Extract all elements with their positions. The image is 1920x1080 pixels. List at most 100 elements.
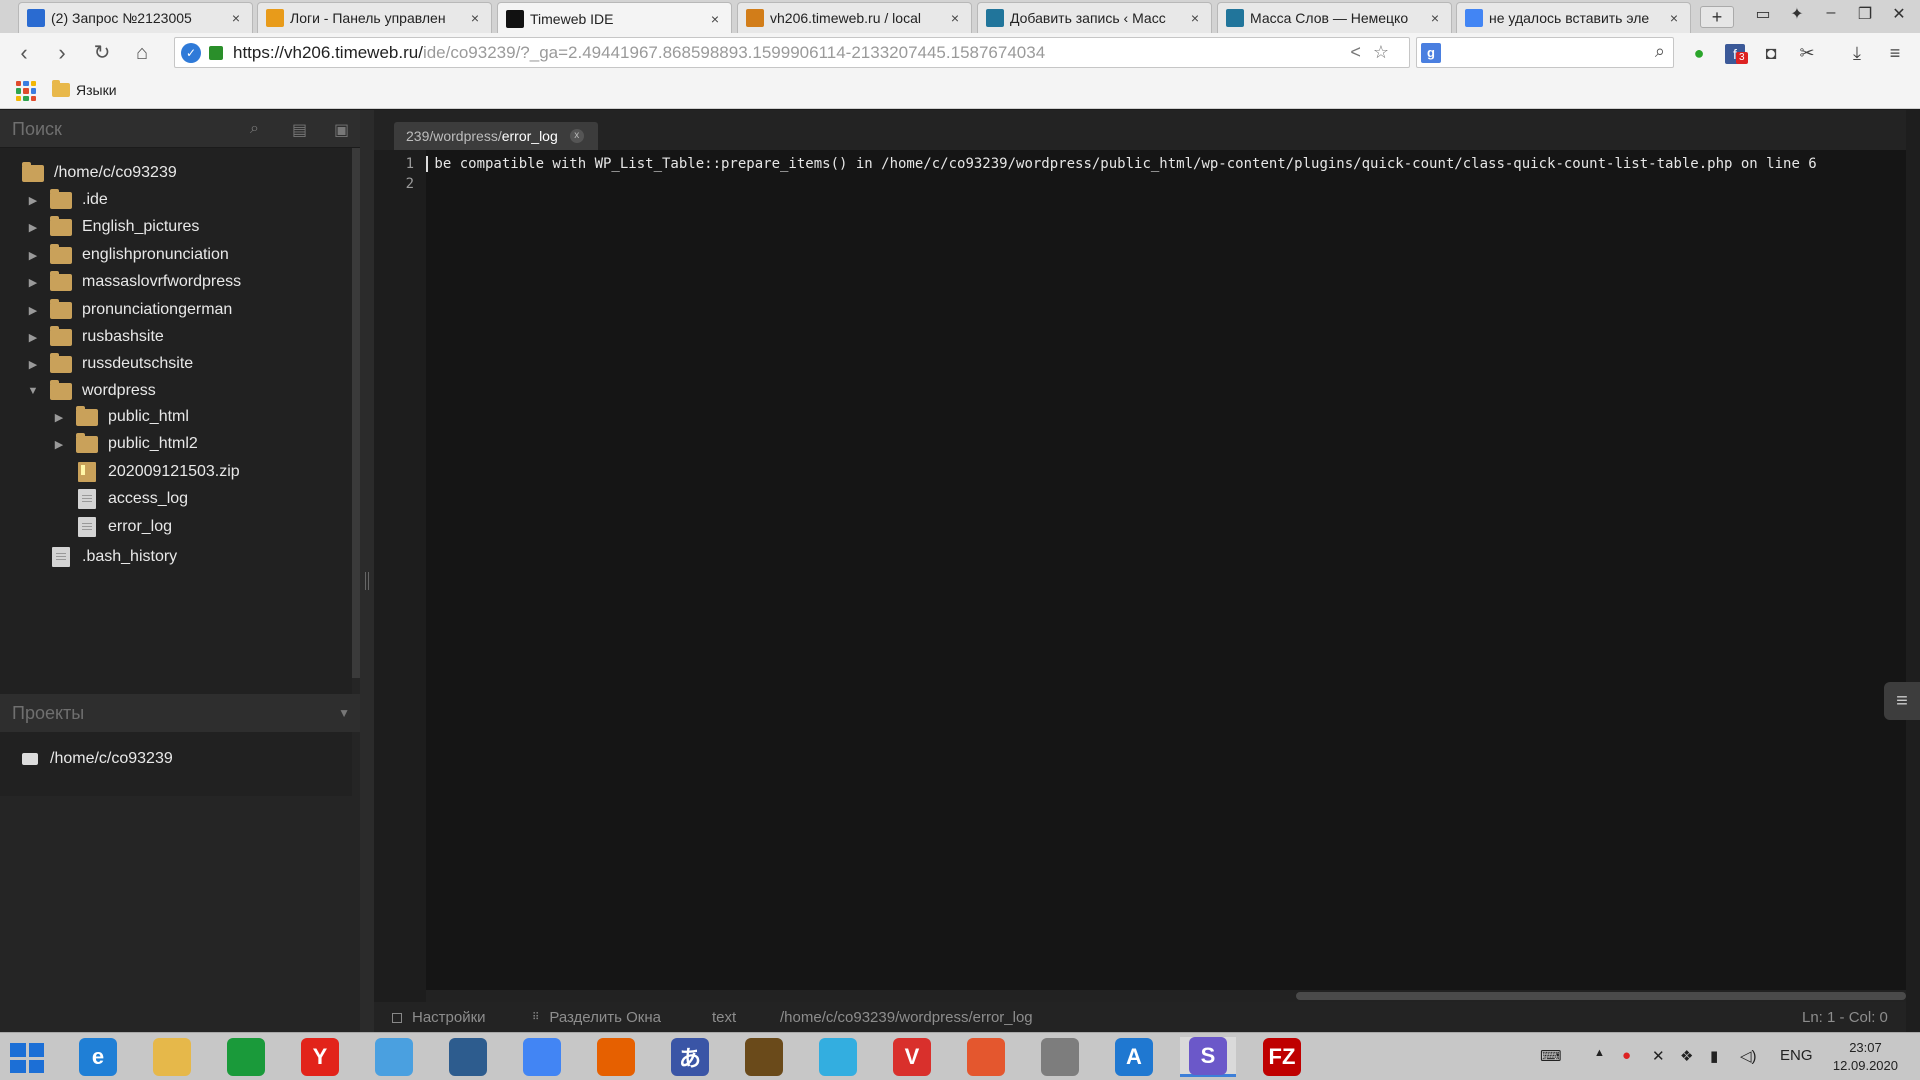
- facebook-extension-icon[interactable]: f3: [1722, 40, 1748, 66]
- lock-icon: [209, 45, 223, 60]
- caret-down-icon[interactable]: ▼: [26, 385, 40, 397]
- mail-tray-icon[interactable]: ●: [1622, 1047, 1631, 1064]
- taskbar-app[interactable]: [588, 1037, 644, 1077]
- pane-splitter[interactable]: [360, 110, 374, 1032]
- taskbar-app[interactable]: [366, 1037, 422, 1077]
- project-item[interactable]: /home/c/co93239: [22, 750, 173, 768]
- new-tab-button[interactable]: +: [1700, 6, 1734, 28]
- whatsapp-extension-icon[interactable]: ●: [1686, 40, 1712, 66]
- taskbar-app[interactable]: [1032, 1037, 1088, 1077]
- chat-icon[interactable]: ▭: [1750, 4, 1776, 24]
- taskbar-app[interactable]: [144, 1037, 200, 1077]
- taskbar-app[interactable]: [514, 1037, 570, 1077]
- close-tab-icon[interactable]: ×: [1187, 10, 1203, 26]
- taskbar-app[interactable]: [218, 1037, 274, 1077]
- caret-right-icon[interactable]: ▶: [26, 221, 40, 234]
- file-search-input[interactable]: [0, 110, 240, 148]
- taskbar-app[interactable]: [736, 1037, 792, 1077]
- network-icon[interactable]: ▮: [1710, 1047, 1718, 1065]
- code-area[interactable]: be compatible with WP_List_Table::prepar…: [426, 150, 1906, 1002]
- sidebar-scrollbar[interactable]: [352, 148, 360, 678]
- close-tab-icon[interactable]: ×: [1427, 10, 1443, 26]
- robot-extension-icon[interactable]: ◘: [1758, 40, 1784, 66]
- caret-right-icon[interactable]: ▶: [26, 331, 40, 344]
- browser-tab[interactable]: Логи - Панель управлен ×: [257, 2, 492, 33]
- caret-right-icon[interactable]: ▶: [26, 358, 40, 371]
- browser-tab[interactable]: Добавить запись ‹ Масс ×: [977, 2, 1212, 33]
- keyboard-icon[interactable]: ⌨: [1540, 1047, 1562, 1065]
- home-app-icon: [1041, 1038, 1079, 1076]
- browser-tab[interactable]: (2) Запрос №2123005 ×: [18, 2, 253, 33]
- search-icon[interactable]: ⌕: [250, 120, 259, 138]
- taskbar-app[interactable]: あ: [662, 1037, 718, 1077]
- taskbar-app[interactable]: e: [70, 1037, 126, 1077]
- apps-grid-icon[interactable]: [16, 81, 36, 101]
- magnifier-icon[interactable]: ⌕: [1655, 41, 1665, 62]
- flash-tray-icon[interactable]: ✕: [1652, 1047, 1665, 1065]
- folder-icon: [50, 270, 72, 291]
- close-tab-icon[interactable]: x: [569, 129, 584, 143]
- start-button[interactable]: [10, 1043, 44, 1073]
- caret-down-icon[interactable]: ▼: [338, 706, 350, 720]
- split-windows-button[interactable]: ⠿ Разделить Окна: [532, 1009, 661, 1026]
- scissors-extension-icon[interactable]: ✂: [1794, 40, 1820, 66]
- back-button[interactable]: ‹: [10, 39, 38, 67]
- minimize-button[interactable]: –: [1818, 4, 1844, 22]
- caret-right-icon[interactable]: ▶: [26, 276, 40, 289]
- share-and-star-icons[interactable]: <☆: [1350, 42, 1401, 63]
- close-tab-icon[interactable]: ×: [228, 10, 244, 26]
- taskbar-app[interactable]: [958, 1037, 1014, 1077]
- forward-button[interactable]: ›: [48, 39, 76, 67]
- clock[interactable]: 23:07 12.09.2020: [1833, 1039, 1898, 1075]
- tree-item-label: russdeutschsite: [82, 355, 194, 372]
- editor-tab-error-log[interactable]: 239/wordpress/error_log x: [394, 122, 598, 150]
- search-box[interactable]: g ⌕: [1416, 37, 1674, 68]
- reload-button[interactable]: ↻: [88, 39, 116, 67]
- cursor-position-label: Ln: 1 - Col: 0: [1802, 1009, 1888, 1026]
- caret-right-icon[interactable]: ▶: [26, 194, 40, 207]
- settings-button[interactable]: Настройки: [392, 1009, 486, 1026]
- caret-right-icon[interactable]: ▶: [52, 411, 66, 424]
- dropbox-tray-icon[interactable]: ❖: [1680, 1047, 1693, 1065]
- close-tab-icon[interactable]: ×: [467, 10, 483, 26]
- restore-button[interactable]: ❐: [1852, 4, 1878, 24]
- close-tab-icon[interactable]: ×: [707, 11, 723, 27]
- browser-tab[interactable]: vh206.timeweb.ru / local ×: [737, 2, 972, 33]
- caret-right-icon[interactable]: ▶: [52, 438, 66, 451]
- taskbar-app[interactable]: S: [1180, 1036, 1236, 1077]
- browser-tab[interactable]: не удалось вставить эле ×: [1456, 2, 1691, 33]
- archive-icon[interactable]: ▤: [292, 120, 307, 140]
- volume-icon[interactable]: ◁): [1740, 1047, 1757, 1065]
- browser-tab[interactable]: Timeweb IDE ×: [497, 2, 732, 34]
- caret-right-icon[interactable]: ▶: [26, 249, 40, 262]
- taskbar-app[interactable]: V: [884, 1037, 940, 1077]
- taskbar-app[interactable]: A: [1106, 1037, 1162, 1077]
- tree-file[interactable]: .bash_history: [26, 540, 177, 574]
- pin-icon[interactable]: ✦: [1784, 4, 1810, 24]
- caret-right-icon[interactable]: ▶: [26, 304, 40, 317]
- address-bar[interactable]: ✓ https://vh206.timeweb.ru/ide/co93239/?…: [174, 37, 1410, 68]
- tree-file[interactable]: error_log: [52, 510, 172, 544]
- taskbar-app[interactable]: [440, 1037, 496, 1077]
- close-tab-icon[interactable]: ×: [1666, 10, 1682, 26]
- horizontal-scrollbar[interactable]: [426, 990, 1906, 1002]
- home-button[interactable]: ⌂: [128, 39, 156, 67]
- lock-icon[interactable]: ▣: [334, 120, 349, 140]
- taskbar-app[interactable]: Y: [292, 1037, 348, 1077]
- taskbar-app[interactable]: FZ: [1254, 1037, 1310, 1077]
- syntax-mode[interactable]: text: [712, 1009, 736, 1026]
- bookmark-folder-languages[interactable]: Языки: [52, 80, 117, 98]
- language-indicator[interactable]: ENG: [1780, 1047, 1813, 1064]
- browser-tab[interactable]: Масса Слов — Немецко ×: [1217, 2, 1452, 33]
- projects-header[interactable]: Проекты ▼: [0, 694, 360, 732]
- close-tab-icon[interactable]: ×: [947, 10, 963, 26]
- tray-expand-icon[interactable]: ▲: [1594, 1047, 1605, 1059]
- close-window-button[interactable]: ✕: [1886, 4, 1912, 24]
- taskbar-app[interactable]: [810, 1037, 866, 1077]
- side-menu-toggle[interactable]: ≡: [1884, 682, 1920, 720]
- download-icon[interactable]: ⤓: [1844, 40, 1870, 66]
- scrollbar-thumb[interactable]: [1296, 992, 1906, 1000]
- browser-menu-icon[interactable]: ≡: [1882, 40, 1908, 66]
- tab-title: Timeweb IDE: [530, 10, 614, 27]
- search-engine-icon[interactable]: g: [1421, 43, 1441, 63]
